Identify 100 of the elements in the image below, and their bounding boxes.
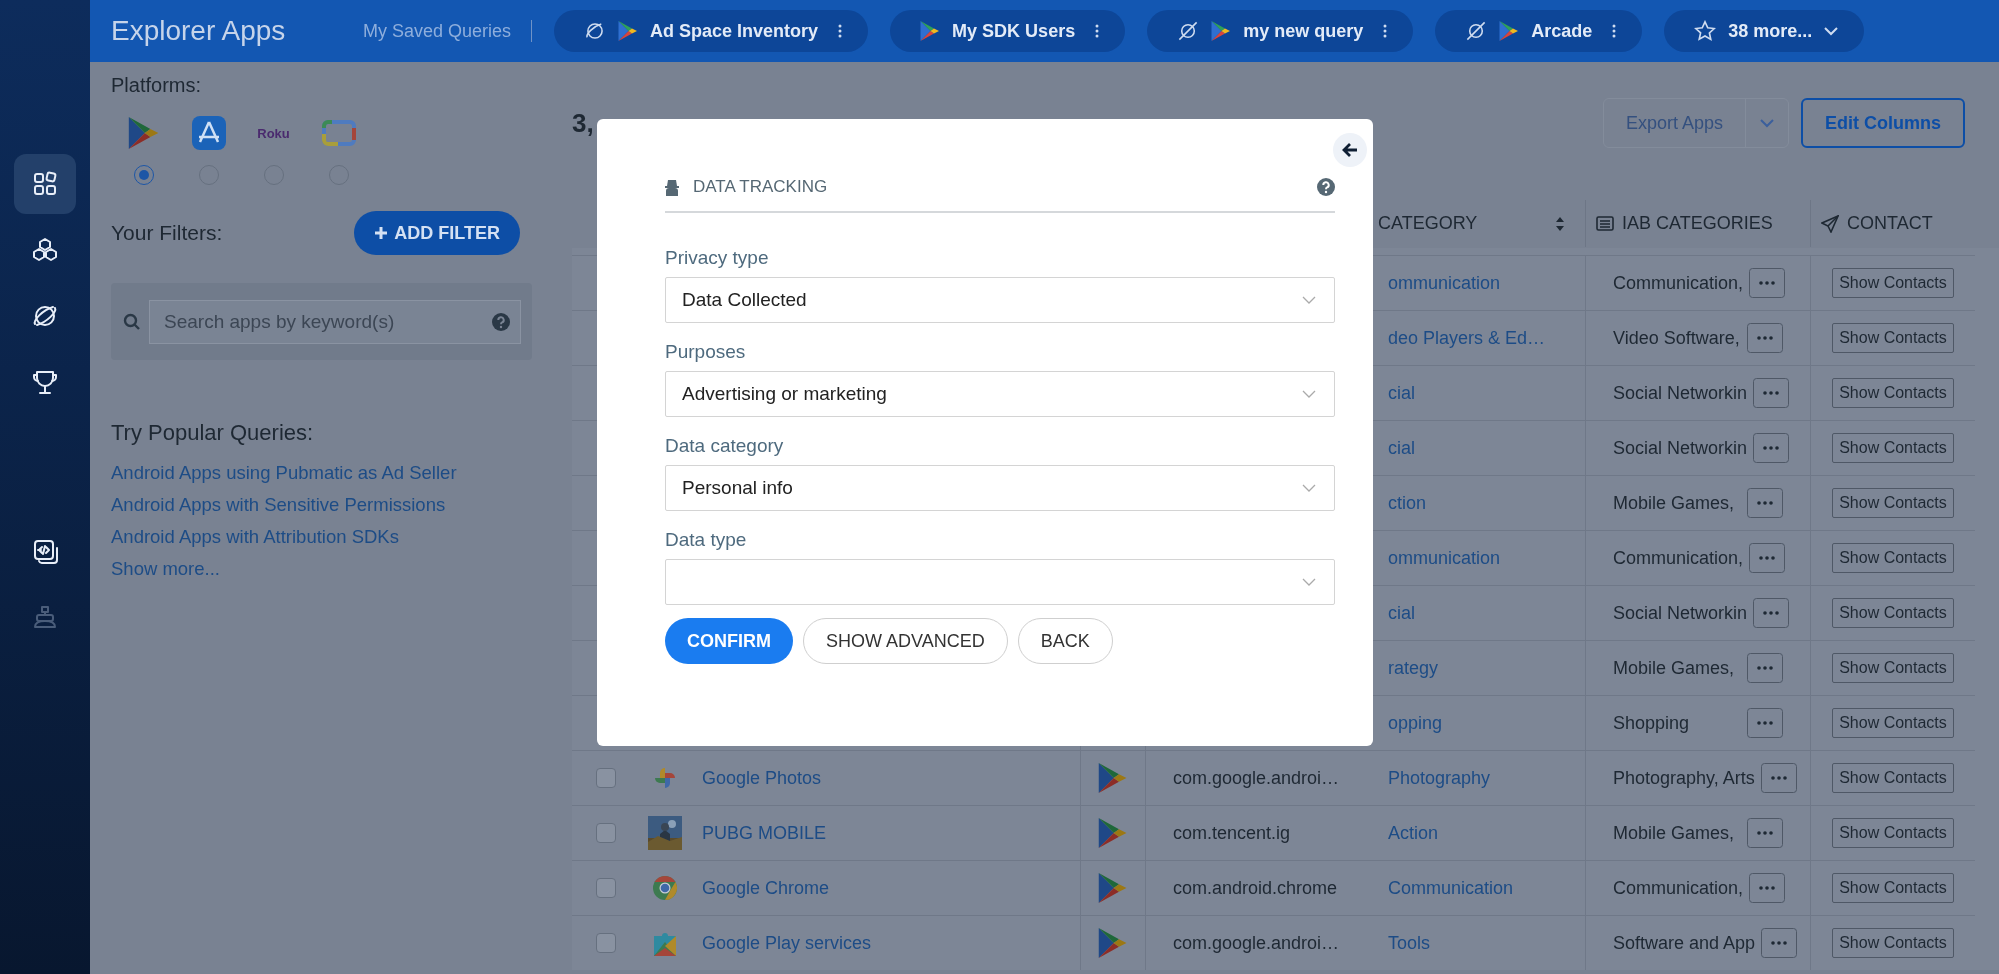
iab-categories: Software and App bbox=[1612, 932, 1756, 954]
kebab-icon[interactable] bbox=[1383, 24, 1388, 38]
more-button[interactable] bbox=[1749, 543, 1786, 573]
saved-query-tab[interactable]: My SDK Users bbox=[890, 10, 1126, 52]
show-contacts-button[interactable]: Show Contacts bbox=[1832, 543, 1954, 573]
more-button[interactable] bbox=[1761, 928, 1798, 958]
app-name-link[interactable]: Google Chrome bbox=[690, 877, 830, 899]
select-field[interactable] bbox=[665, 559, 1335, 605]
google-play-icon bbox=[1211, 21, 1232, 41]
iab-categories: Shopping bbox=[1612, 712, 1691, 734]
platforms-label: Platforms: bbox=[111, 74, 203, 97]
show-more-link[interactable]: Show more... bbox=[111, 558, 572, 580]
more-button[interactable] bbox=[1749, 268, 1786, 298]
slashed-icon bbox=[1465, 20, 1488, 42]
trophy-icon bbox=[31, 368, 59, 396]
app-name-link[interactable]: Google Photos bbox=[690, 767, 822, 789]
list-icon bbox=[1596, 216, 1614, 231]
send-icon bbox=[1821, 214, 1839, 233]
confirm-button[interactable]: CONFIRM bbox=[665, 618, 793, 664]
show-contacts-button[interactable]: Show Contacts bbox=[1832, 653, 1954, 683]
iab-categories: Communication, bbox=[1612, 877, 1744, 899]
more-button[interactable] bbox=[1760, 763, 1797, 793]
show-contacts-button[interactable]: Show Contacts bbox=[1832, 818, 1954, 848]
row-checkbox[interactable] bbox=[596, 768, 616, 788]
iab-categories: Social Networkin bbox=[1612, 602, 1748, 624]
show-contacts-button[interactable]: Show Contacts bbox=[1832, 378, 1954, 408]
category-link[interactable]: Tools bbox=[1368, 932, 1431, 954]
chevron-icon bbox=[1302, 578, 1316, 586]
kebab-icon[interactable] bbox=[1095, 24, 1100, 38]
chrome-icon bbox=[652, 875, 678, 901]
show-contacts-button[interactable]: Show Contacts bbox=[1832, 268, 1954, 298]
saved-query-tab[interactable]: my new query bbox=[1147, 10, 1414, 52]
row-checkbox[interactable] bbox=[596, 823, 616, 843]
search-icon bbox=[123, 312, 141, 331]
select-field[interactable]: Advertising or marketing bbox=[665, 371, 1335, 417]
google-play-icon bbox=[1098, 928, 1128, 958]
show-contacts-button[interactable]: Show Contacts bbox=[1832, 708, 1954, 738]
cubes-icon bbox=[31, 236, 59, 264]
package-name: com.google.androi… bbox=[1172, 767, 1340, 789]
popular-query-link[interactable]: Android Apps with Attribution SDKs bbox=[111, 526, 572, 548]
more-button[interactable] bbox=[1749, 873, 1786, 903]
iab-categories: Video Software, bbox=[1612, 327, 1741, 349]
more-button[interactable] bbox=[1747, 818, 1783, 848]
iab-categories: Photography, Arts bbox=[1612, 767, 1755, 789]
show-contacts-button[interactable]: Show Contacts bbox=[1832, 433, 1954, 463]
package-name: com.google.androi… bbox=[1172, 932, 1340, 954]
more-button[interactable] bbox=[1747, 653, 1783, 683]
more-button[interactable] bbox=[1753, 378, 1790, 408]
help-icon[interactable] bbox=[1317, 178, 1335, 196]
search-field[interactable]: Search apps by keyword(s) bbox=[149, 299, 521, 344]
show-contacts-button[interactable]: Show Contacts bbox=[1832, 928, 1954, 958]
help-icon[interactable] bbox=[492, 312, 510, 331]
outline-button[interactable]: SHOW ADVANCED bbox=[803, 618, 1008, 664]
app-store-icon bbox=[191, 116, 226, 150]
edit-columns-button[interactable]: Edit Columns bbox=[1801, 98, 1965, 148]
show-contacts-button[interactable]: Show Contacts bbox=[1832, 323, 1954, 353]
app-title: Explorer Apps bbox=[111, 15, 287, 47]
sort-icon[interactable] bbox=[1555, 215, 1565, 232]
google-play-icon bbox=[1499, 21, 1520, 41]
category-link[interactable]: Communication bbox=[1368, 877, 1514, 899]
iab-categories: Mobile Games, bbox=[1612, 657, 1736, 679]
chevron-icon bbox=[1302, 296, 1316, 304]
select-field[interactable]: Data Collected bbox=[665, 277, 1335, 323]
more-button[interactable] bbox=[1747, 488, 1783, 518]
more-queries-button[interactable]: 38 more... bbox=[1664, 10, 1865, 52]
popular-query-link[interactable]: Android Apps using Pubmatic as Ad Seller bbox=[111, 462, 572, 484]
row-checkbox[interactable] bbox=[596, 878, 616, 898]
field-label: Purposes bbox=[665, 341, 747, 363]
show-contacts-button[interactable]: Show Contacts bbox=[1832, 763, 1954, 793]
google-play-icon bbox=[1098, 763, 1128, 793]
tv-icon bbox=[321, 120, 356, 146]
kebab-icon[interactable] bbox=[838, 24, 843, 38]
more-button[interactable] bbox=[1753, 433, 1790, 463]
show-contacts-button[interactable]: Show Contacts bbox=[1832, 598, 1954, 628]
category-link[interactable]: Photography bbox=[1368, 767, 1491, 789]
saved-queries-label: My Saved Queries bbox=[363, 20, 512, 42]
google-play-icon bbox=[920, 21, 941, 41]
sidebar-item[interactable] bbox=[14, 154, 76, 214]
back-button[interactable] bbox=[1333, 133, 1367, 167]
caret-icon bbox=[1824, 26, 1839, 36]
field-label: Data category bbox=[665, 435, 785, 457]
more-button[interactable] bbox=[1747, 323, 1783, 353]
kebab-icon[interactable] bbox=[1612, 24, 1617, 38]
select-field[interactable]: Personal info bbox=[665, 465, 1335, 511]
category-link[interactable]: Action bbox=[1368, 822, 1439, 844]
add-filter-button[interactable]: ADD FILTER bbox=[354, 211, 520, 255]
popular-query-link[interactable]: Android Apps with Sensitive Permissions bbox=[111, 494, 572, 516]
more-button[interactable] bbox=[1753, 598, 1790, 628]
outline-button[interactable]: BACK bbox=[1017, 618, 1113, 664]
app-name-link[interactable]: Google Play services bbox=[690, 932, 872, 954]
google-play-icon bbox=[1098, 818, 1128, 848]
show-contacts-button[interactable]: Show Contacts bbox=[1832, 488, 1954, 518]
results-count: 3, bbox=[572, 107, 594, 139]
show-contacts-button[interactable]: Show Contacts bbox=[1832, 873, 1954, 903]
iab-categories: Communication, bbox=[1612, 547, 1744, 569]
app-name-link[interactable]: PUBG MOBILE bbox=[690, 822, 827, 844]
saved-query-tab[interactable]: Arcade bbox=[1435, 10, 1643, 52]
more-button[interactable] bbox=[1747, 708, 1783, 738]
row-checkbox[interactable] bbox=[596, 933, 616, 953]
saved-query-tab[interactable]: Ad Space Inventory bbox=[554, 10, 869, 52]
